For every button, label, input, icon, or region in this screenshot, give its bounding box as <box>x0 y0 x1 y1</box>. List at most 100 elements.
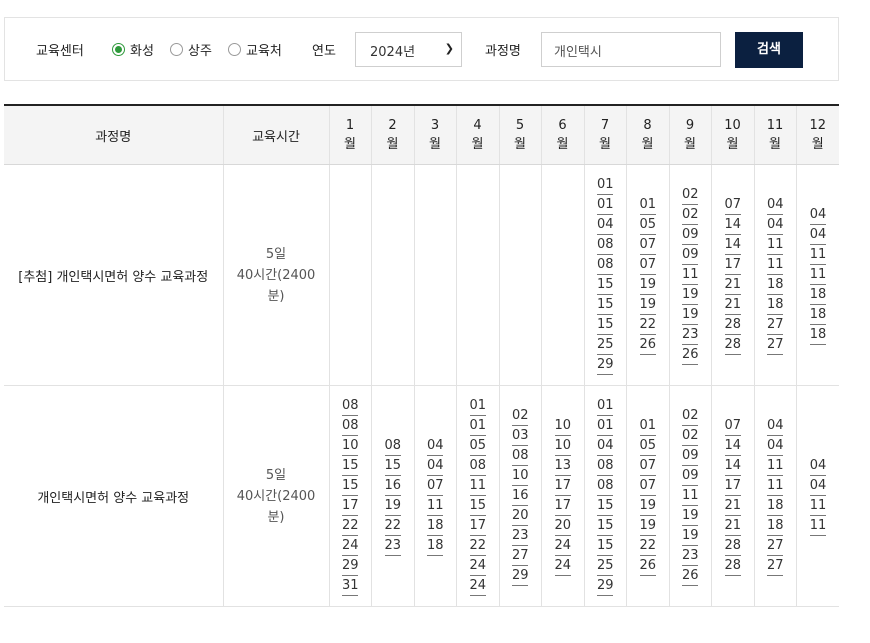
search-button[interactable]: 검색 <box>735 32 803 68</box>
schedule-date-link[interactable]: 24 <box>469 556 486 576</box>
schedule-date-link[interactable]: 10 <box>554 436 571 456</box>
schedule-date-link[interactable]: 01 <box>597 195 614 215</box>
schedule-date-link[interactable]: 08 <box>597 235 614 255</box>
schedule-date-link[interactable]: 16 <box>512 486 529 506</box>
schedule-date-link[interactable]: 22 <box>639 536 656 556</box>
schedule-date-link[interactable]: 08 <box>597 476 614 496</box>
schedule-date-link[interactable]: 19 <box>639 275 656 295</box>
schedule-date-link[interactable]: 05 <box>639 215 656 235</box>
schedule-date-link[interactable]: 15 <box>342 456 359 476</box>
schedule-date-link[interactable]: 23 <box>682 546 699 566</box>
schedule-date-link[interactable]: 04 <box>427 436 444 456</box>
schedule-date-link[interactable]: 18 <box>809 305 826 325</box>
radio-center-sangju[interactable]: 상주 <box>170 40 212 59</box>
schedule-date-link[interactable]: 19 <box>682 526 699 546</box>
schedule-date-link[interactable]: 15 <box>597 275 614 295</box>
schedule-date-link[interactable]: 27 <box>767 315 784 335</box>
schedule-date-link[interactable]: 04 <box>767 215 784 235</box>
schedule-date-link[interactable]: 18 <box>809 325 826 345</box>
schedule-date-link[interactable]: 14 <box>724 235 741 255</box>
schedule-date-link[interactable]: 24 <box>469 576 486 596</box>
schedule-date-link[interactable]: 11 <box>809 245 826 265</box>
schedule-date-link[interactable]: 10 <box>554 416 571 436</box>
schedule-date-link[interactable]: 17 <box>554 476 571 496</box>
schedule-date-link[interactable]: 28 <box>724 315 741 335</box>
schedule-date-link[interactable]: 07 <box>724 416 741 436</box>
schedule-date-link[interactable]: 08 <box>597 456 614 476</box>
schedule-date-link[interactable]: 18 <box>767 516 784 536</box>
radio-center-education-office[interactable]: 교육처 <box>228 40 282 59</box>
schedule-date-link[interactable]: 07 <box>724 195 741 215</box>
schedule-date-link[interactable]: 27 <box>767 536 784 556</box>
schedule-date-link[interactable]: 25 <box>597 335 614 355</box>
schedule-date-link[interactable]: 02 <box>682 426 699 446</box>
schedule-date-link[interactable]: 07 <box>427 476 444 496</box>
schedule-date-link[interactable]: 18 <box>767 275 784 295</box>
schedule-date-link[interactable]: 02 <box>682 185 699 205</box>
schedule-date-link[interactable]: 27 <box>512 546 529 566</box>
schedule-date-link[interactable]: 08 <box>469 456 486 476</box>
schedule-date-link[interactable]: 10 <box>512 466 529 486</box>
schedule-date-link[interactable]: 11 <box>682 265 699 285</box>
schedule-date-link[interactable]: 19 <box>639 516 656 536</box>
schedule-date-link[interactable]: 24 <box>554 536 571 556</box>
schedule-date-link[interactable]: 20 <box>512 506 529 526</box>
schedule-date-link[interactable]: 18 <box>809 285 826 305</box>
schedule-date-link[interactable]: 21 <box>724 496 741 516</box>
schedule-date-link[interactable]: 19 <box>639 295 656 315</box>
radio-center-hwaseong[interactable]: 화성 <box>112 40 154 59</box>
schedule-date-link[interactable]: 04 <box>809 476 826 496</box>
schedule-date-link[interactable]: 11 <box>809 496 826 516</box>
schedule-date-link[interactable]: 23 <box>682 325 699 345</box>
schedule-date-link[interactable]: 01 <box>597 396 614 416</box>
schedule-date-link[interactable]: 17 <box>342 496 359 516</box>
schedule-date-link[interactable]: 08 <box>342 416 359 436</box>
schedule-date-link[interactable]: 11 <box>809 265 826 285</box>
schedule-date-link[interactable]: 05 <box>639 436 656 456</box>
schedule-date-link[interactable]: 15 <box>597 295 614 315</box>
schedule-date-link[interactable]: 02 <box>682 205 699 225</box>
schedule-date-link[interactable]: 26 <box>682 345 699 365</box>
schedule-date-link[interactable]: 23 <box>384 536 401 556</box>
schedule-date-link[interactable]: 19 <box>384 496 401 516</box>
schedule-date-link[interactable]: 17 <box>554 496 571 516</box>
schedule-date-link[interactable]: 01 <box>639 195 656 215</box>
schedule-date-link[interactable]: 22 <box>342 516 359 536</box>
year-select[interactable]: 2024년 ❯ <box>355 32 462 67</box>
schedule-date-link[interactable]: 22 <box>469 536 486 556</box>
schedule-date-link[interactable]: 08 <box>597 255 614 275</box>
schedule-date-link[interactable]: 04 <box>809 225 826 245</box>
schedule-date-link[interactable]: 28 <box>724 335 741 355</box>
schedule-date-link[interactable]: 29 <box>342 556 359 576</box>
schedule-date-link[interactable]: 21 <box>724 295 741 315</box>
schedule-date-link[interactable]: 22 <box>384 516 401 536</box>
schedule-date-link[interactable]: 04 <box>809 456 826 476</box>
schedule-date-link[interactable]: 17 <box>469 516 486 536</box>
schedule-date-link[interactable]: 07 <box>639 456 656 476</box>
schedule-date-link[interactable]: 26 <box>639 335 656 355</box>
schedule-date-link[interactable]: 15 <box>597 496 614 516</box>
schedule-date-link[interactable]: 19 <box>682 305 699 325</box>
schedule-date-link[interactable]: 04 <box>427 456 444 476</box>
schedule-date-link[interactable]: 01 <box>639 416 656 436</box>
schedule-date-link[interactable]: 18 <box>767 295 784 315</box>
schedule-date-link[interactable]: 11 <box>767 476 784 496</box>
schedule-date-link[interactable]: 14 <box>724 456 741 476</box>
schedule-date-link[interactable]: 10 <box>342 436 359 456</box>
course-name-input[interactable]: 개인택시 <box>541 32 721 67</box>
schedule-date-link[interactable]: 04 <box>767 416 784 436</box>
schedule-date-link[interactable]: 09 <box>682 225 699 245</box>
schedule-date-link[interactable]: 22 <box>639 315 656 335</box>
schedule-date-link[interactable]: 07 <box>639 235 656 255</box>
schedule-date-link[interactable]: 29 <box>597 576 614 596</box>
schedule-date-link[interactable]: 28 <box>724 556 741 576</box>
schedule-date-link[interactable]: 15 <box>597 516 614 536</box>
schedule-date-link[interactable]: 09 <box>682 466 699 486</box>
schedule-date-link[interactable]: 16 <box>384 476 401 496</box>
schedule-date-link[interactable]: 04 <box>767 436 784 456</box>
schedule-date-link[interactable]: 11 <box>809 516 826 536</box>
schedule-date-link[interactable]: 01 <box>469 416 486 436</box>
schedule-date-link[interactable]: 17 <box>724 255 741 275</box>
schedule-date-link[interactable]: 04 <box>767 195 784 215</box>
schedule-date-link[interactable]: 08 <box>384 436 401 456</box>
